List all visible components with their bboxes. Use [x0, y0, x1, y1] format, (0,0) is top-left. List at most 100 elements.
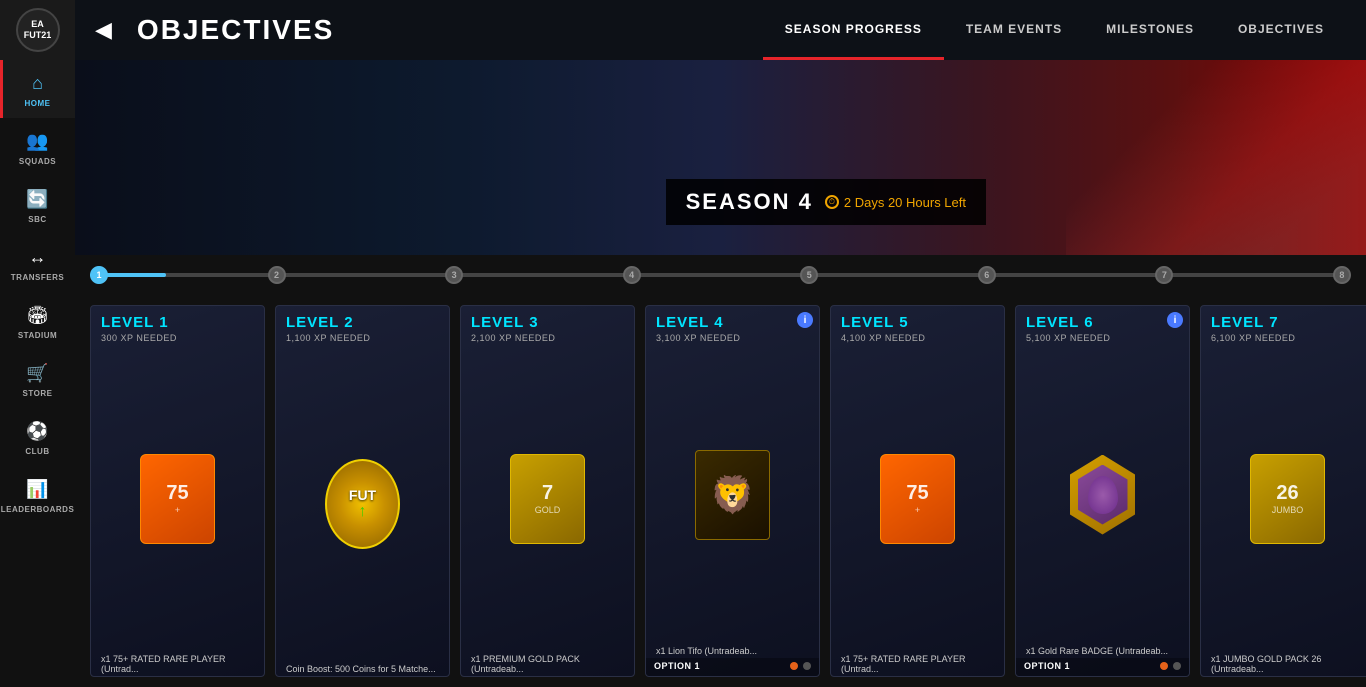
sidebar-item-club[interactable]: ⚽ CLUB: [0, 408, 75, 466]
sidebar-item-leaderboards[interactable]: 📊 LEADERBOARDS: [0, 466, 75, 524]
tab-team-events[interactable]: TEAM EVENTS: [944, 0, 1084, 60]
sidebar-item-transfers[interactable]: ↔ TRANSFERS: [0, 234, 75, 292]
back-button[interactable]: ◀: [95, 17, 112, 43]
card-header-6: LEVEL 6 5,100 XP NEEDED: [1016, 306, 1189, 347]
card-header-3: LEVEL 3 2,100 XP NEEDED: [461, 306, 634, 347]
page-title: OBJECTIVES: [137, 14, 334, 46]
nav-label-sbc: SBC: [28, 215, 46, 224]
card-image-area-5: 75 +: [831, 347, 1004, 650]
home-icon: ⌂: [25, 70, 51, 96]
progress-node-4: 4: [623, 266, 641, 284]
stadium-icon: 🏟: [25, 302, 51, 328]
progress-line-container: 1 2 3 4 5 6 7 8: [90, 255, 1351, 295]
card-image-area-3: 7 GOLD: [461, 347, 634, 650]
jumbo-gold-7: 26 JUMBO: [1250, 454, 1325, 544]
timer-badge: ⏱ 2 Days 20 Hours Left: [825, 195, 966, 210]
level-card-2[interactable]: LEVEL 2 1,100 XP NEEDED FUT ↑ Coin Boost…: [275, 305, 450, 677]
level-1-title: LEVEL 1: [101, 314, 254, 331]
level-3-title: LEVEL 3: [471, 314, 624, 331]
dot-gray-4: [803, 662, 811, 670]
info-badge-6[interactable]: i: [1167, 312, 1183, 328]
reward-label-7: x1 JUMBO GOLD PACK 26 (Untradeab...: [1201, 650, 1366, 676]
tab-objectives[interactable]: OBJECTIVES: [1216, 0, 1346, 60]
option-dots-6: [1160, 662, 1181, 670]
info-badge-4[interactable]: i: [797, 312, 813, 328]
level-7-title: LEVEL 7: [1211, 314, 1364, 331]
option-label-4: OPTION 1: [654, 661, 700, 671]
coin-pack-2: FUT ↑: [325, 459, 400, 549]
squads-icon: 👥: [25, 128, 51, 154]
nav-label-stadium: STADIUM: [18, 331, 57, 340]
reward-label-5: x1 75+ RATED RARE PLAYER (Untrad...: [831, 650, 1004, 676]
level-card-1[interactable]: LEVEL 1 300 XP NEEDED 75 + x1 75+ RATED …: [90, 305, 265, 677]
store-icon: 🛒: [25, 360, 51, 386]
sidebar: EAFUT21 ⌂ HOME 👥 SQUADS 🔄 SBC ↔ TRANSFER…: [0, 0, 75, 687]
nav-label-store: STORE: [23, 389, 53, 398]
leaderboards-icon: 📊: [25, 476, 51, 502]
badge-container-6: [1065, 450, 1140, 540]
level-1-xp: 300 XP NEEDED: [101, 333, 254, 343]
level-5-xp: 4,100 XP NEEDED: [841, 333, 994, 343]
progress-node-7: 7: [1155, 266, 1173, 284]
season-label: SEASON 4: [686, 189, 813, 215]
sidebar-logo: EAFUT21: [0, 0, 75, 60]
player-card-mock-3: 7 GOLD: [510, 454, 585, 544]
badge-shape-6: [1070, 455, 1135, 535]
level-7-xp: 6,100 XP NEEDED: [1211, 333, 1364, 343]
level-6-title: LEVEL 6: [1026, 314, 1179, 331]
tab-season-progress[interactable]: SEASON PROGRESS: [763, 0, 944, 60]
card-header-4: LEVEL 4 3,100 XP NEEDED: [646, 306, 819, 347]
progress-section: 1 2 3 4 5 6 7 8: [75, 255, 1366, 295]
level-2-xp: 1,100 XP NEEDED: [286, 333, 439, 343]
sidebar-item-home[interactable]: ⌂ HOME: [0, 60, 75, 118]
sidebar-item-store[interactable]: 🛒 STORE: [0, 350, 75, 408]
tab-milestones[interactable]: MILESTONES: [1084, 0, 1216, 60]
card-image-area-2: FUT ↑: [276, 347, 449, 660]
level-4-title: LEVEL 4: [656, 314, 809, 331]
progress-node-5: 5: [800, 266, 818, 284]
top-bar: ◀ OBJECTIVES SEASON PROGRESS TEAM EVENTS…: [75, 0, 1366, 60]
card-image-area-1: 75 +: [91, 347, 264, 650]
player-card-mock-5: 75 +: [880, 454, 955, 544]
dot-orange-6: [1160, 662, 1168, 670]
nav-label-transfers: TRANSFERS: [11, 273, 64, 282]
player-card-mock-1: 75 +: [140, 454, 215, 544]
card-image-area-6: [1016, 347, 1189, 642]
card-image-area-7: 26 JUMBO: [1201, 347, 1366, 650]
level-card-6[interactable]: LEVEL 6 5,100 XP NEEDED i x1 Gold Rare B…: [1015, 305, 1190, 677]
hero-banner: SEASON 4 ⏱ 2 Days 20 Hours Left: [75, 60, 1366, 255]
main-content: ◀ OBJECTIVES SEASON PROGRESS TEAM EVENTS…: [75, 0, 1366, 687]
season-badge: SEASON 4 ⏱ 2 Days 20 Hours Left: [666, 179, 986, 225]
progress-nodes: 1 2 3 4 5 6 7 8: [90, 266, 1351, 284]
option-bar-4: OPTION 1: [646, 658, 819, 676]
fut-logo-text: EAFUT21: [24, 19, 52, 41]
level-card-5[interactable]: LEVEL 5 4,100 XP NEEDED 75 + x1 75+ RATE…: [830, 305, 1005, 677]
sidebar-item-sbc[interactable]: 🔄 SBC: [0, 176, 75, 234]
nav-label-club: CLUB: [25, 447, 49, 456]
sidebar-item-stadium[interactable]: 🏟 STADIUM: [0, 292, 75, 350]
clock-icon: ⏱: [825, 195, 839, 209]
nav-label-home: HOME: [25, 99, 51, 108]
level-2-title: LEVEL 2: [286, 314, 439, 331]
progress-node-1: 1: [90, 266, 108, 284]
sidebar-item-squads[interactable]: 👥 SQUADS: [0, 118, 75, 176]
tab-navigation: SEASON PROGRESS TEAM EVENTS MILESTONES O…: [763, 0, 1346, 60]
badge-egg-6: [1088, 476, 1118, 514]
cards-section: LEVEL 1 300 XP NEEDED 75 + x1 75+ RATED …: [75, 295, 1366, 687]
card-header-7: LEVEL 7 6,100 XP NEEDED: [1201, 306, 1366, 347]
progress-node-3: 3: [445, 266, 463, 284]
progress-node-2: 2: [268, 266, 286, 284]
level-card-4[interactable]: LEVEL 4 3,100 XP NEEDED i 🦁 x1 Lion Tifo…: [645, 305, 820, 677]
reward-label-4: x1 Lion Tifo (Untradeab...: [646, 642, 819, 658]
level-card-7[interactable]: LEVEL 7 6,100 XP NEEDED 26 JUMBO x1 JUMB…: [1200, 305, 1366, 677]
level-4-xp: 3,100 XP NEEDED: [656, 333, 809, 343]
lion-tifo-4: 🦁: [695, 450, 770, 540]
card-header-5: LEVEL 5 4,100 XP NEEDED: [831, 306, 1004, 347]
sbc-icon: 🔄: [25, 186, 51, 212]
level-card-3[interactable]: LEVEL 3 2,100 XP NEEDED 7 GOLD x1 PREMIU…: [460, 305, 635, 677]
fut-logo: EAFUT21: [16, 8, 60, 52]
card-image-area-4: 🦁: [646, 347, 819, 642]
reward-label-6: x1 Gold Rare BADGE (Untradeab...: [1016, 642, 1189, 658]
badge-inner-6: [1078, 465, 1128, 525]
card-header-2: LEVEL 2 1,100 XP NEEDED: [276, 306, 449, 347]
